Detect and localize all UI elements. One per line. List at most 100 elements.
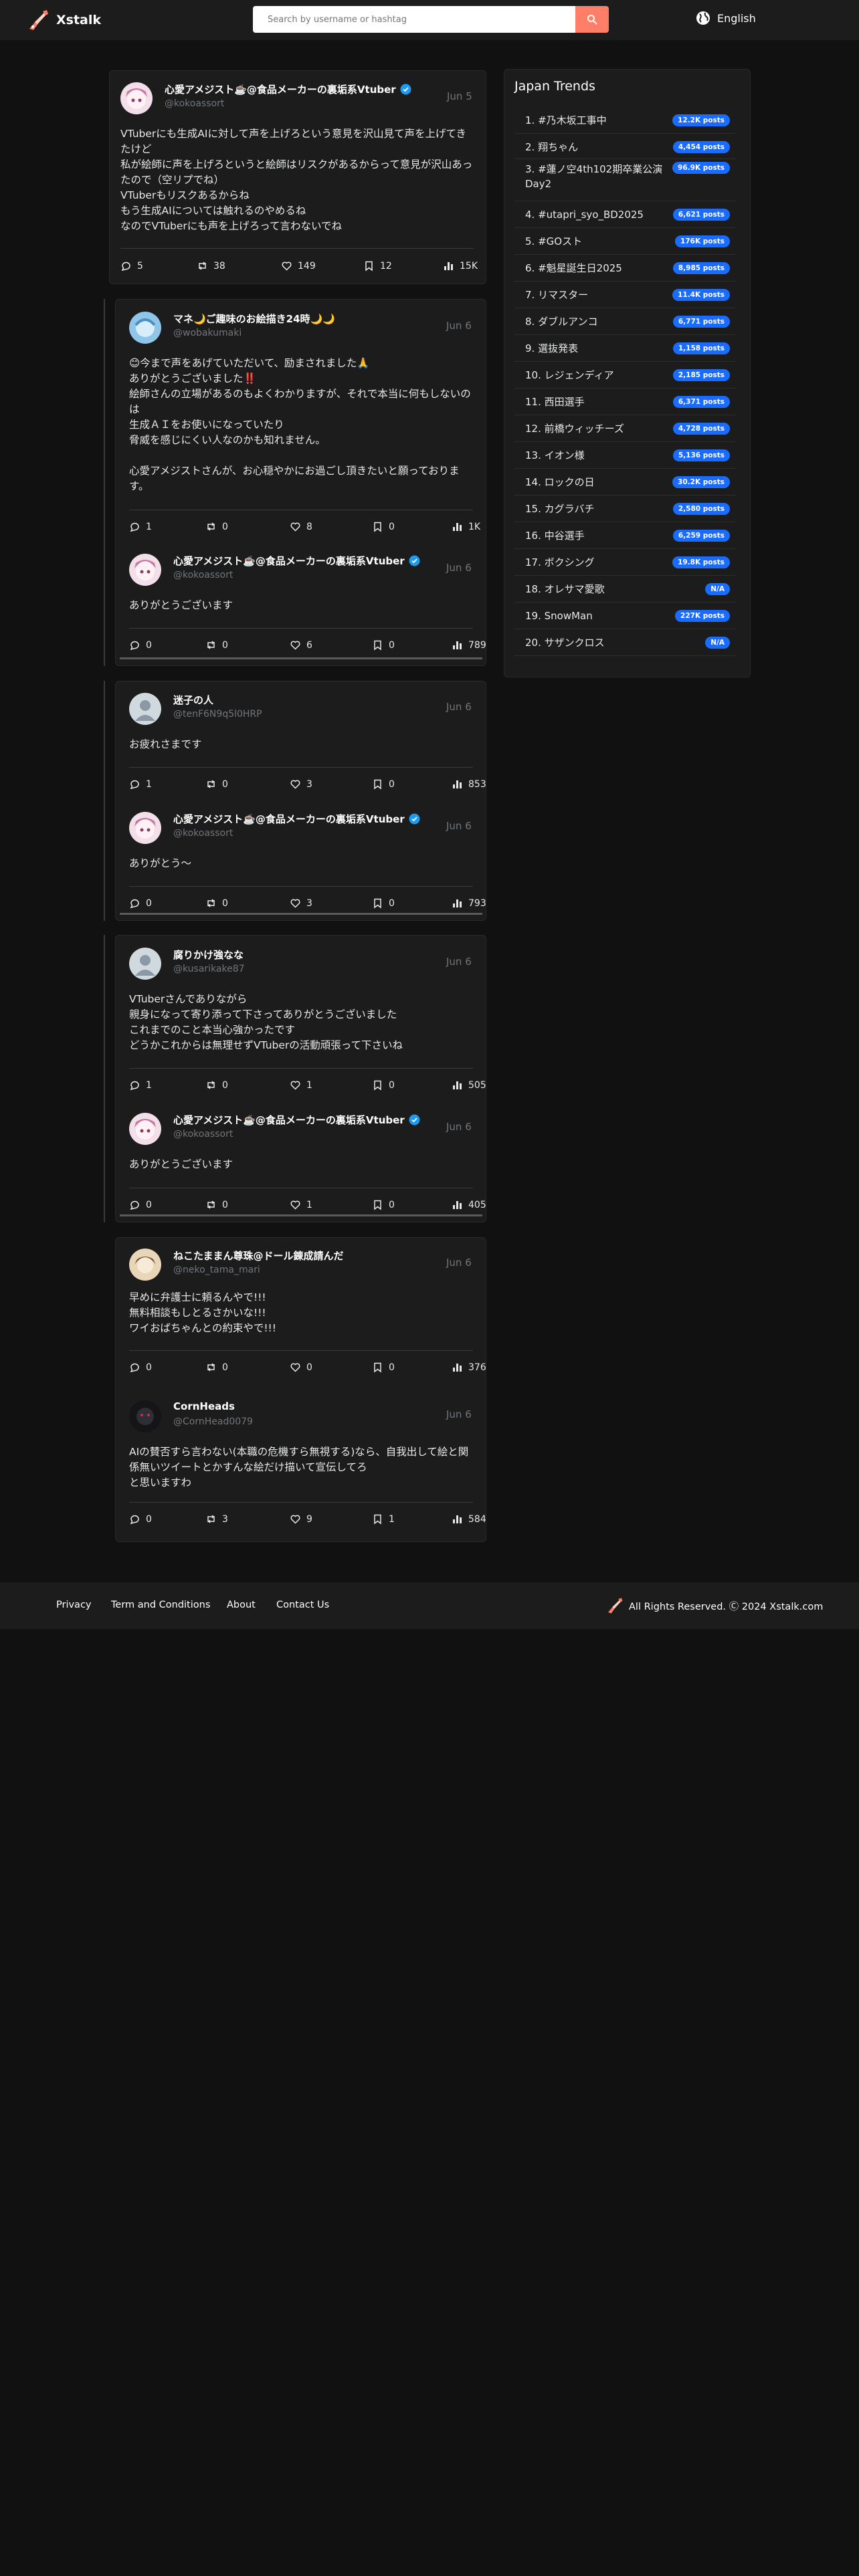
like-button[interactable]: 0 <box>290 1362 312 1373</box>
author-name-row[interactable]: ねこたままん尊珠@ドール錬成請んだ <box>173 1249 344 1263</box>
trend-item[interactable]: 13. イオン様 5,136 posts <box>514 442 735 469</box>
reply-button[interactable]: 5 <box>120 260 143 272</box>
reply-post[interactable]: ねこたままん尊珠@ドール錬成請んだ @neko_tama_mari Jun 6 早めに… <box>120 1242 486 1379</box>
bookmark-button[interactable]: 0 <box>372 1199 395 1210</box>
repost-button[interactable]: 0 <box>205 639 228 651</box>
author-name-row[interactable]: マネ🌙ご趣味のお絵描き24時🌙🌙 <box>173 312 335 326</box>
avatar[interactable] <box>129 693 161 725</box>
trend-item[interactable]: 16. 中谷選手 6,259 posts <box>514 522 735 549</box>
views-counter[interactable]: 789 <box>452 639 486 651</box>
like-button[interactable]: 149 <box>281 260 316 272</box>
repost-button[interactable]: 0 <box>205 1362 228 1373</box>
reply-button[interactable]: 0 <box>129 1513 152 1525</box>
author-handle[interactable]: @tenF6N9q5l0HRP <box>173 709 262 720</box>
trend-item[interactable]: 10. レジェンディア 2,185 posts <box>514 362 735 389</box>
repost-button[interactable]: 3 <box>205 1513 228 1525</box>
trend-item[interactable]: 8. ダブルアンコ 6,771 posts <box>514 308 735 335</box>
author-handle[interactable]: @wobakumaki <box>173 328 242 338</box>
views-counter[interactable]: 853 <box>452 778 486 790</box>
author-handle[interactable]: @kokoassort <box>173 828 233 839</box>
bookmark-button[interactable]: 12 <box>363 260 392 272</box>
trend-item[interactable]: 4. #utapri_syo_BD2025 6,621 posts <box>514 201 735 228</box>
views-counter[interactable]: 1K <box>452 521 480 532</box>
search-button[interactable] <box>575 6 609 33</box>
reply-button[interactable]: 0 <box>129 1362 152 1373</box>
views-counter[interactable]: 405 <box>452 1199 486 1210</box>
like-button[interactable]: 1 <box>290 1199 312 1210</box>
repost-button[interactable]: 0 <box>205 897 228 909</box>
author-name-row[interactable]: 心愛アメジスト☕️@食品メーカーの裏垢系Vtuber <box>173 554 420 568</box>
trend-item[interactable]: 9. 選抜発表 1,158 posts <box>514 335 735 362</box>
views-counter[interactable]: 584 <box>452 1513 486 1525</box>
author-handle[interactable]: @neko_tama_mari <box>173 1265 260 1275</box>
repost-button[interactable]: 38 <box>197 260 225 272</box>
like-button[interactable]: 3 <box>290 897 312 909</box>
views-counter[interactable]: 15K <box>443 260 478 272</box>
avatar[interactable] <box>129 948 161 980</box>
avatar[interactable] <box>129 554 161 586</box>
author-handle[interactable]: @kokoassort <box>173 1129 233 1140</box>
trend-item[interactable]: 14. ロックの日 30.2K posts <box>514 469 735 496</box>
reply-post[interactable]: 心愛アメジスト☕️@食品メーカーの裏垢系Vtuber @kokoassort Jun… <box>120 547 486 659</box>
reply-button[interactable]: 0 <box>129 639 152 651</box>
reply-post[interactable]: 心愛アメジスト☕️@食品メーカーの裏垢系Vtuber @kokoassort Jun… <box>120 1106 486 1216</box>
main-post[interactable]: 心愛アメジスト☕️@食品メーカーの裏垢系Vtuber @kokoassort Jun… <box>111 76 483 278</box>
avatar[interactable] <box>129 1249 161 1281</box>
reply-post[interactable]: 迷子の人 @tenF6N9q5l0HRP Jun 6 お疲れさまです 1 0 3 0 853 <box>120 686 486 796</box>
trend-item[interactable]: 17. ボクシング 19.8K posts <box>514 549 735 576</box>
avatar[interactable] <box>129 1400 161 1432</box>
trend-item[interactable]: 2. 翔ちゃん 4,454 posts <box>514 134 735 159</box>
footer-link-privacy[interactable]: Privacy <box>56 1600 92 1610</box>
views-counter[interactable]: 793 <box>452 897 486 909</box>
bookmark-button[interactable]: 1 <box>372 1513 395 1525</box>
like-button[interactable]: 8 <box>290 521 312 532</box>
repost-button[interactable]: 0 <box>205 521 228 532</box>
avatar[interactable] <box>129 312 161 344</box>
trend-item[interactable]: 3. #蓮ノ空4th102期卒業公演Day2 96.9K posts <box>514 159 735 201</box>
trend-item[interactable]: 12. 前橋ウィッチーズ 4,728 posts <box>514 415 735 442</box>
author-handle[interactable]: @kokoassort <box>173 570 233 580</box>
reply-button[interactable]: 1 <box>129 778 152 790</box>
like-button[interactable]: 9 <box>290 1513 312 1525</box>
reply-post[interactable]: CornHeads @CornHead0079 Jun 6 AIの賛否すら言わない(本… <box>120 1394 486 1531</box>
bookmark-button[interactable]: 0 <box>372 521 395 532</box>
author-handle[interactable]: @kusarikake87 <box>173 964 245 974</box>
bookmark-button[interactable]: 0 <box>372 1362 395 1373</box>
trend-item[interactable]: 7. リマスター 11.4K posts <box>514 282 735 308</box>
trend-item[interactable]: 15. カグラバチ 2,580 posts <box>514 496 735 522</box>
reply-post[interactable]: 心愛アメジスト☕️@食品メーカーの裏垢系Vtuber @kokoassort Jun… <box>120 805 486 915</box>
author-name-row[interactable]: 心愛アメジスト☕️@食品メーカーの裏垢系Vtuber <box>173 812 420 826</box>
author-name-row[interactable]: CornHeads <box>173 1400 235 1412</box>
trend-item[interactable]: 5. #GOスト 176K posts <box>514 228 735 255</box>
trend-item[interactable]: 11. 西田選手 6,371 posts <box>514 389 735 415</box>
views-counter[interactable]: 505 <box>452 1079 486 1091</box>
author-handle[interactable]: @CornHead0079 <box>173 1416 253 1427</box>
trend-item[interactable]: 20. サザンクロス N/A <box>514 629 735 656</box>
bookmark-button[interactable]: 0 <box>372 1079 395 1091</box>
author-name-row[interactable]: 腐りかけ強なな <box>173 948 244 962</box>
footer-link-about[interactable]: About <box>227 1600 256 1610</box>
avatar[interactable] <box>129 812 161 844</box>
trend-item[interactable]: 1. #乃木坂工事中 12.2K posts <box>514 107 735 134</box>
reply-post[interactable]: 腐りかけ強なな @kusarikake87 Jun 6 VTuberさんでありながら … <box>120 941 486 1097</box>
avatar[interactable] <box>129 1113 161 1145</box>
like-button[interactable]: 6 <box>290 639 312 651</box>
trend-item[interactable]: 18. オレサマ愛歌 N/A <box>514 576 735 603</box>
repost-button[interactable]: 0 <box>205 778 228 790</box>
reply-button[interactable]: 1 <box>129 521 152 532</box>
repost-button[interactable]: 0 <box>205 1079 228 1091</box>
author-name-row[interactable]: 迷子の人 <box>173 693 213 707</box>
avatar[interactable] <box>120 82 153 114</box>
reply-button[interactable]: 0 <box>129 1199 152 1210</box>
trend-item[interactable]: 19. SnowMan 227K posts <box>514 603 735 629</box>
search-input[interactable] <box>253 6 575 33</box>
author-name-row[interactable]: 心愛アメジスト☕️@食品メーカーの裏垢系Vtuber <box>165 82 411 96</box>
author-handle[interactable]: @kokoassort <box>165 98 224 109</box>
reply-button[interactable]: 1 <box>129 1079 152 1091</box>
language-selector[interactable]: English <box>696 11 756 25</box>
footer-link-terms[interactable]: Term and Conditions <box>111 1600 210 1610</box>
trend-item[interactable]: 6. #魁星誕生日2025 8,985 posts <box>514 255 735 282</box>
like-button[interactable]: 1 <box>290 1079 312 1091</box>
bookmark-button[interactable]: 0 <box>372 897 395 909</box>
reply-button[interactable]: 0 <box>129 897 152 909</box>
